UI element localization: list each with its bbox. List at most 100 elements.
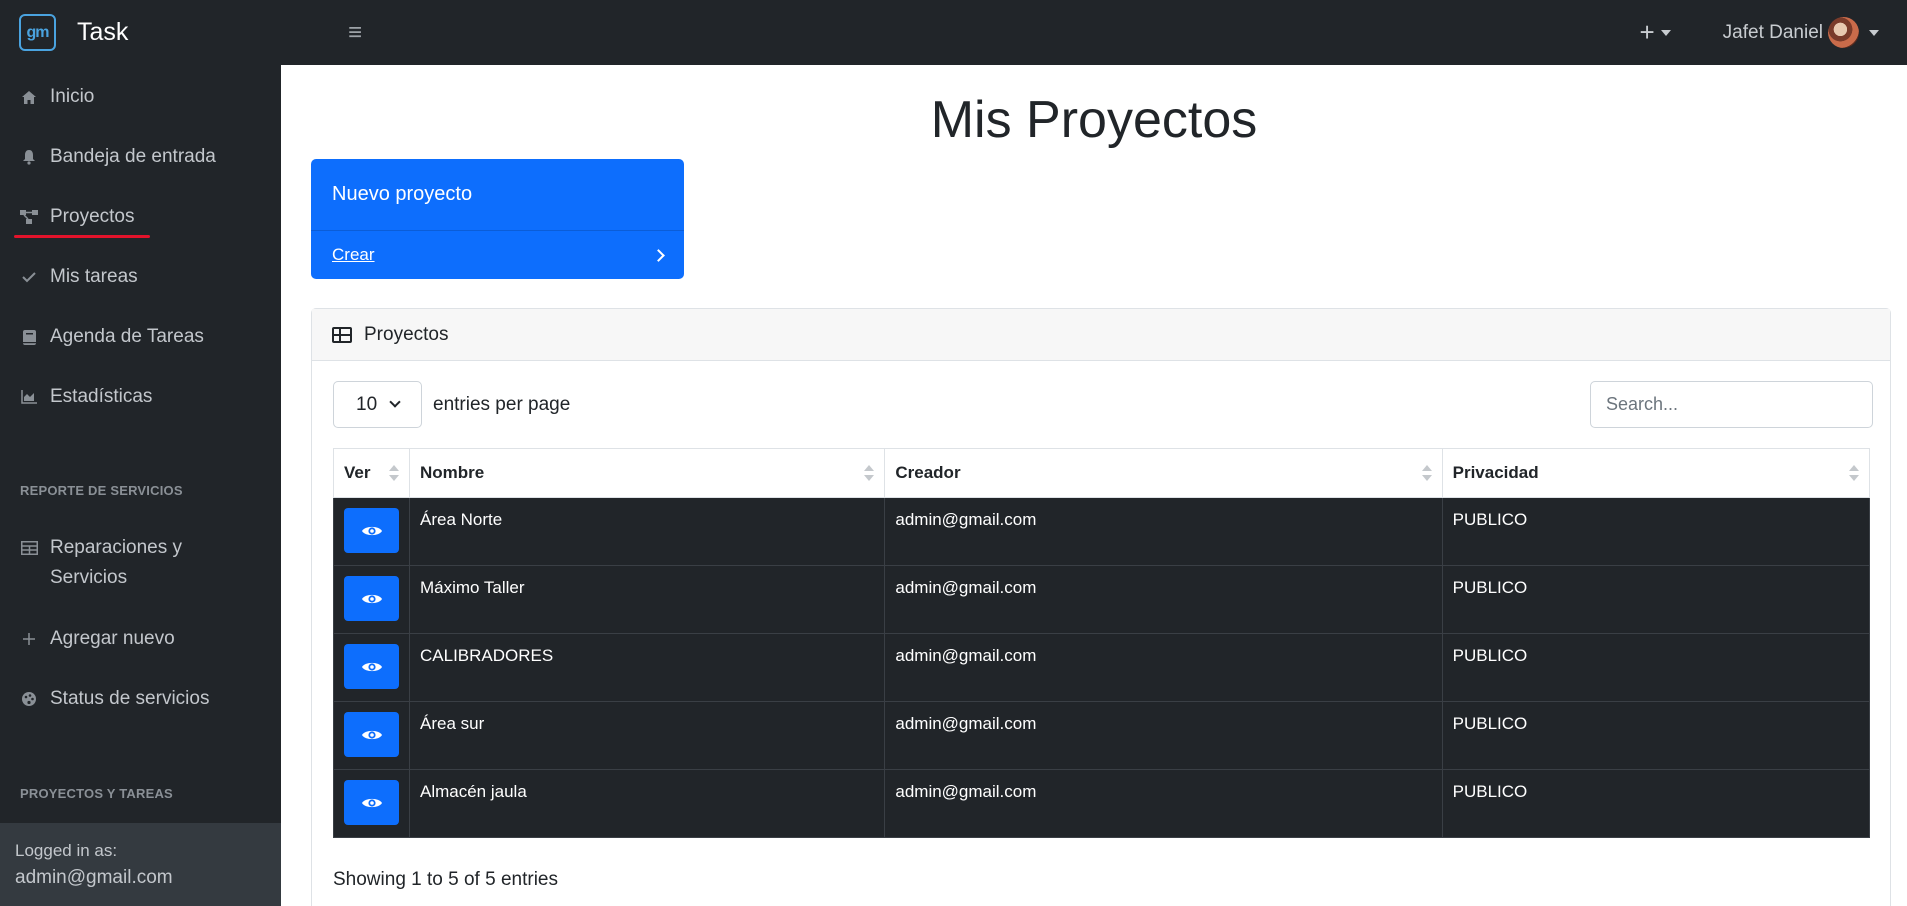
- sidebar-toggle-icon[interactable]: ≡: [348, 19, 362, 47]
- table-cell-nombre: Área Norte: [408, 497, 886, 566]
- sort-icon: [389, 465, 397, 481]
- sidebar-item-label: Agenda de Tareas: [50, 326, 204, 347]
- projects-table: Ver Nombre Creador Privacidad Área Norte…: [333, 448, 1871, 838]
- home-icon: [20, 90, 38, 105]
- palette-icon: [20, 691, 38, 707]
- table-row: CALIBRADORES admin@gmail.com PUBLICO: [333, 633, 1871, 702]
- projects-card-header: Proyectos: [312, 309, 1890, 361]
- table-row: Almacén jaula admin@gmail.com PUBLICO: [333, 769, 1871, 838]
- sidebar-item-bandeja[interactable]: Bandeja de entrada: [20, 146, 216, 168]
- plus-icon: [20, 632, 38, 646]
- pagination-info: Showing 1 to 5 of 5 entries: [333, 869, 558, 890]
- sidebar-item-label: Proyectos: [50, 206, 135, 227]
- add-dropdown[interactable]: +: [1639, 17, 1671, 48]
- table-header-row: Ver Nombre Creador Privacidad: [333, 448, 1871, 498]
- sidebar-item-inicio[interactable]: Inicio: [20, 86, 94, 108]
- projects-card: Proyectos 10 entries per page Ver Nombre…: [311, 308, 1891, 906]
- sidebar-item-label: Estadísticas: [50, 386, 153, 407]
- brand-logo: gm: [19, 14, 56, 51]
- table-cell-creador: admin@gmail.com: [884, 633, 1443, 702]
- column-label: Creador: [895, 463, 961, 482]
- sidebar-item-estadisticas[interactable]: Estadísticas: [20, 386, 152, 408]
- eye-icon: [361, 594, 382, 603]
- bell-icon: [20, 149, 38, 165]
- entries-label: entries per page: [433, 393, 571, 415]
- eye-icon: [361, 662, 382, 671]
- entries-per-page: 10 entries per page: [333, 381, 570, 428]
- table-cell-creador: admin@gmail.com: [884, 701, 1443, 770]
- chevron-right-icon[interactable]: [652, 248, 665, 262]
- user-name: Jafet Daniel: [1722, 21, 1823, 43]
- sidebar-item-label: Inicio: [50, 86, 95, 107]
- page-title: Mis Proyectos: [930, 91, 1258, 149]
- chevron-down-icon: [389, 396, 401, 408]
- brand-name: Task: [77, 18, 129, 46]
- create-project-link[interactable]: Crear: [332, 245, 375, 265]
- brand[interactable]: gm Task: [0, 0, 281, 65]
- table-cell-privacidad: PUBLICO: [1441, 565, 1871, 634]
- book-icon: [20, 329, 38, 345]
- sidebar-item-label: Agregar nuevo: [50, 628, 175, 649]
- view-button[interactable]: [344, 780, 399, 825]
- table-row: Área Norte admin@gmail.com PUBLICO: [333, 497, 1871, 566]
- caret-down-icon: [1869, 29, 1879, 36]
- table-cell-ver: [333, 701, 410, 770]
- sidebar-footer: Logged in as: admin@gmail.com: [0, 823, 281, 906]
- eye-icon: [361, 730, 382, 739]
- table-row: Máximo Taller admin@gmail.com PUBLICO: [333, 565, 1871, 634]
- view-button[interactable]: [344, 508, 399, 553]
- view-button[interactable]: [344, 712, 399, 757]
- sidebar-item-agenda[interactable]: Agenda de Tareas: [20, 326, 204, 348]
- avatar: [1828, 17, 1859, 48]
- table-cell-nombre: Almacén jaula: [408, 769, 886, 838]
- table-cell-creador: admin@gmail.com: [884, 565, 1443, 634]
- column-header-ver[interactable]: Ver: [333, 448, 410, 498]
- user-menu[interactable]: Jafet Daniel: [1723, 17, 1879, 48]
- table-cell-ver: [333, 565, 410, 634]
- sidebar-item-label: Status de servicios: [50, 688, 210, 709]
- table-cell-privacidad: PUBLICO: [1441, 701, 1871, 770]
- new-project-title: Nuevo proyecto: [332, 183, 473, 205]
- table-cell-ver: [333, 769, 410, 838]
- column-header-nombre[interactable]: Nombre: [408, 448, 886, 498]
- caret-down-icon: [1660, 29, 1671, 36]
- table-cell-creador: admin@gmail.com: [884, 769, 1443, 838]
- sidebar-item-label: Bandeja de entrada: [50, 146, 216, 167]
- column-header-creador[interactable]: Creador: [884, 448, 1443, 498]
- plus-icon: +: [1639, 17, 1655, 47]
- sidebar-item-agregar-nuevo[interactable]: Agregar nuevo: [20, 628, 175, 650]
- eye-icon: [361, 526, 382, 535]
- column-header-privacidad[interactable]: Privacidad: [1441, 448, 1871, 498]
- table-cell-privacidad: PUBLICO: [1441, 497, 1871, 566]
- view-button[interactable]: [344, 644, 399, 689]
- column-label: Ver: [344, 463, 371, 482]
- table-cell-creador: admin@gmail.com: [884, 497, 1443, 566]
- sidebar-heading-services: REPORTE DE SERVICIOS: [20, 483, 183, 498]
- check-icon: [20, 271, 38, 283]
- sidebar: Inicio Bandeja de entrada Proyectos Mis …: [0, 65, 281, 906]
- table-cell-privacidad: PUBLICO: [1441, 769, 1871, 838]
- table-icon: [332, 326, 352, 343]
- column-label: Nombre: [420, 463, 485, 482]
- table-cell-nombre: Área sur: [408, 701, 886, 770]
- table-cell-nombre: CALIBRADORES: [408, 633, 886, 702]
- table-cell-nombre: Máximo Taller: [408, 565, 886, 634]
- logged-in-label: Logged in as:: [15, 841, 118, 860]
- table-row: Área sur admin@gmail.com PUBLICO: [333, 701, 1871, 770]
- view-button[interactable]: [344, 576, 399, 621]
- sidebar-item-label: Servicios: [50, 567, 128, 588]
- eye-icon: [361, 798, 382, 807]
- search-input[interactable]: [1590, 381, 1873, 428]
- sidebar-item-reparaciones[interactable]: Reparaciones y Servicios: [20, 533, 182, 593]
- projects-card-title: Proyectos: [364, 323, 449, 345]
- top-navbar: gm Task ≡ + Jafet Daniel: [0, 0, 1907, 65]
- table-cell-privacidad: PUBLICO: [1441, 633, 1871, 702]
- sort-icon: [1422, 465, 1430, 481]
- sidebar-item-label: Mis tareas: [50, 266, 138, 287]
- chart-area-icon: [20, 390, 38, 404]
- sidebar-item-mis-tareas[interactable]: Mis tareas: [20, 266, 138, 288]
- sidebar-item-proyectos[interactable]: Proyectos: [13, 206, 152, 238]
- sidebar-item-status-servicios[interactable]: Status de servicios: [20, 688, 209, 710]
- sidebar-item-label: Reparaciones y: [50, 537, 183, 558]
- entries-select[interactable]: 10: [333, 381, 422, 428]
